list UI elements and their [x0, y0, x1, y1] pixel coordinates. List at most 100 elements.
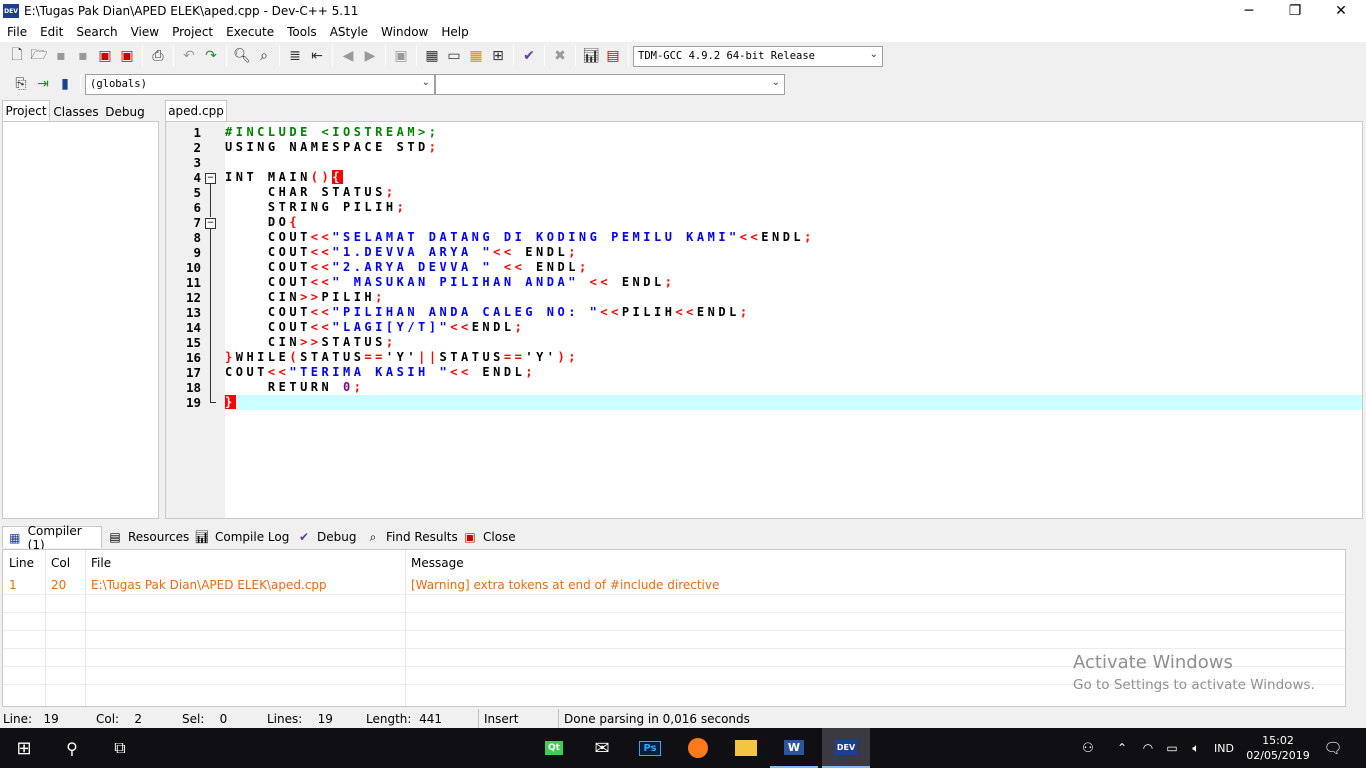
rebuild-icon[interactable]: ⊞ [487, 45, 509, 67]
language-indicator[interactable]: IND [1210, 728, 1238, 768]
menu-edit[interactable]: Edit [33, 25, 69, 39]
print-icon[interactable]: ⎙ [147, 45, 169, 67]
find-icon[interactable]: 🔍︎ [231, 45, 253, 67]
redo-icon[interactable]: ↷ [200, 45, 222, 67]
delete-profile-icon[interactable]: ▤ [602, 45, 624, 67]
menu-view[interactable]: View [124, 25, 165, 39]
compile-run-icon[interactable]: ▦ [465, 45, 487, 67]
close-file-icon[interactable]: ▣ [94, 45, 116, 67]
tab-aped-cpp[interactable]: aped.cpp [165, 100, 227, 121]
column-header-file[interactable]: File [85, 550, 405, 576]
code-token: } [225, 350, 236, 364]
tab-debug-output[interactable]: ✔ Debug [296, 526, 357, 548]
menu-search[interactable]: Search [69, 25, 123, 39]
file-explorer-icon[interactable] [722, 728, 770, 768]
battery-icon[interactable]: ▭ [1162, 728, 1182, 768]
tab-classes[interactable]: Classes [51, 102, 101, 121]
menu-window[interactable]: Window [374, 25, 434, 39]
forward-icon[interactable]: ▶ [359, 45, 381, 67]
minimize-button[interactable]: ─ [1226, 0, 1272, 22]
undo-icon[interactable]: ↶ [178, 45, 200, 67]
fold-toggle-icon[interactable]: − [205, 173, 216, 184]
menu-help[interactable]: Help [434, 25, 474, 39]
fold-toggle-icon[interactable]: − [205, 218, 216, 229]
current-line-highlight [225, 395, 1362, 410]
search-icon[interactable]: ⚲ [48, 728, 96, 768]
code-token: << [600, 305, 622, 319]
tab-close[interactable]: ▣ Close [462, 526, 516, 548]
tab-find-results-label: Find Results [386, 530, 458, 544]
code-token: ENDL [471, 365, 526, 379]
word-icon[interactable]: W [770, 728, 818, 768]
photoshop-icon[interactable]: Ps [626, 728, 674, 768]
open-file-icon[interactable]: 🗁 [28, 45, 50, 67]
menu-tools[interactable]: Tools [280, 25, 323, 39]
tab-compile-log[interactable]: 📊︎ Compile Log [194, 526, 289, 548]
wifi-icon[interactable]: ◠ [1138, 728, 1158, 768]
chevron-up-icon[interactable]: ⌃ [1112, 728, 1132, 768]
code-token: ; [804, 230, 815, 244]
code-line-5: CHAR STATUS; [225, 185, 397, 200]
close-all-icon[interactable]: ▣ [116, 45, 138, 67]
menu-file[interactable]: File [0, 25, 33, 39]
back-icon[interactable]: ◀ [337, 45, 359, 67]
column-header-line[interactable]: Line [3, 550, 45, 576]
clock[interactable]: 15:02 02/05/2019 [1240, 728, 1316, 768]
restore-button[interactable]: ❐ [1272, 0, 1318, 22]
menu-astyle[interactable]: AStyle [323, 25, 374, 39]
tab-debug[interactable]: Debug [102, 102, 148, 121]
column-header-col[interactable]: Col [45, 550, 85, 576]
task-view-icon[interactable]: ⧉ [96, 728, 144, 768]
toggle-bookmark-icon[interactable]: ⇥ [32, 73, 54, 95]
line-number: 4 [193, 170, 201, 185]
save-all-icon[interactable]: ▪ [72, 45, 94, 67]
check-syntax-icon[interactable]: ✔ [518, 45, 540, 67]
windows-taskbar: ⊞ ⚲ ⧉ Qt ✉ Ps W DEV ⚇ ⌃ ◠ ▭ 🔈︎ IND 15:02… [0, 728, 1366, 768]
tab-project[interactable]: Project [2, 100, 50, 121]
line-number: 13 [185, 305, 201, 320]
scope-select[interactable]: (globals) ⌄ [85, 73, 435, 95]
new-file-icon[interactable]: 🗋 [6, 45, 28, 67]
status-bar: Line: 19 Col: 2 Sel: 0 Lines: 19 Length:… [0, 709, 1366, 728]
start-windows-icon[interactable]: ⊞ [0, 728, 48, 768]
code-editor[interactable]: 1 2 3 4 5 6 7 8 9 10 11 12 13 14 15 16 1… [165, 121, 1363, 519]
stop-execution-icon[interactable]: ✖ [549, 45, 571, 67]
column-header-message[interactable]: Message [405, 550, 1345, 576]
people-icon[interactable]: ⚇ [1076, 728, 1100, 768]
project-panel[interactable] [2, 121, 159, 519]
insert-icon[interactable]: ⎘ [10, 73, 32, 95]
close-window-button[interactable]: ✕ [1318, 0, 1364, 22]
line-number: 7 [193, 215, 201, 230]
mail-icon[interactable]: ✉ [578, 728, 626, 768]
tab-resources[interactable]: ▤ Resources [107, 526, 189, 548]
indent-icon[interactable]: ≣ [284, 45, 306, 67]
replace-icon[interactable]: ⌕ [253, 45, 275, 67]
compiler-select[interactable]: TDM-GCC 4.9.2 64-bit Release ⌄ [633, 45, 883, 67]
results-scrollbar[interactable] [1346, 549, 1363, 707]
firefox-icon[interactable] [674, 728, 722, 768]
menu-execute[interactable]: Execute [219, 25, 280, 39]
code-token: PILIH [621, 305, 676, 319]
run-icon[interactable]: ▭ [443, 45, 465, 67]
unindent-icon[interactable]: ⇤ [306, 45, 328, 67]
table-row[interactable]: 1 20 E:\Tugas Pak Dian\APED ELEK\aped.cp… [3, 576, 1345, 594]
menu-project[interactable]: Project [165, 25, 219, 39]
goto-icon[interactable]: ▣ [390, 45, 412, 67]
tab-compiler[interactable]: ▦ Compiler (1) [2, 524, 102, 552]
function-select[interactable]: ⌄ [435, 73, 785, 95]
compile-icon[interactable]: ▦ [421, 45, 443, 67]
main-toolbar: 🗋 🗁 ▪ ▪ ▣ ▣ ⎙ ↶ ↷ 🔍︎ ⌕ ≣ ⇤ ◀ ▶ ▣ ▦ ▭ ▦ ⊞… [6, 43, 1366, 69]
volume-icon[interactable]: 🔈︎ [1186, 728, 1206, 768]
save-icon[interactable]: ▪ [50, 45, 72, 67]
status-length-label: Length: [366, 711, 412, 726]
tab-find-results[interactable]: ⌕ Find Results [365, 526, 458, 548]
code-line-15: CIN>>STATUS; [225, 335, 397, 350]
devcpp-taskbar-icon[interactable]: DEV [822, 728, 870, 768]
goto-bookmark-icon[interactable]: ▮ [54, 73, 76, 95]
class-toolbar: ⎘ ⇥ ▮ (globals) ⌄ ⌄ [10, 71, 810, 97]
tab-close-label: Close [483, 530, 516, 544]
qt-app-icon[interactable]: Qt [530, 728, 578, 768]
notification-icon[interactable]: 🗨︎ [1318, 728, 1348, 768]
line-number: 3 [193, 155, 201, 170]
profile-icon[interactable]: 📊︎ [580, 45, 602, 67]
